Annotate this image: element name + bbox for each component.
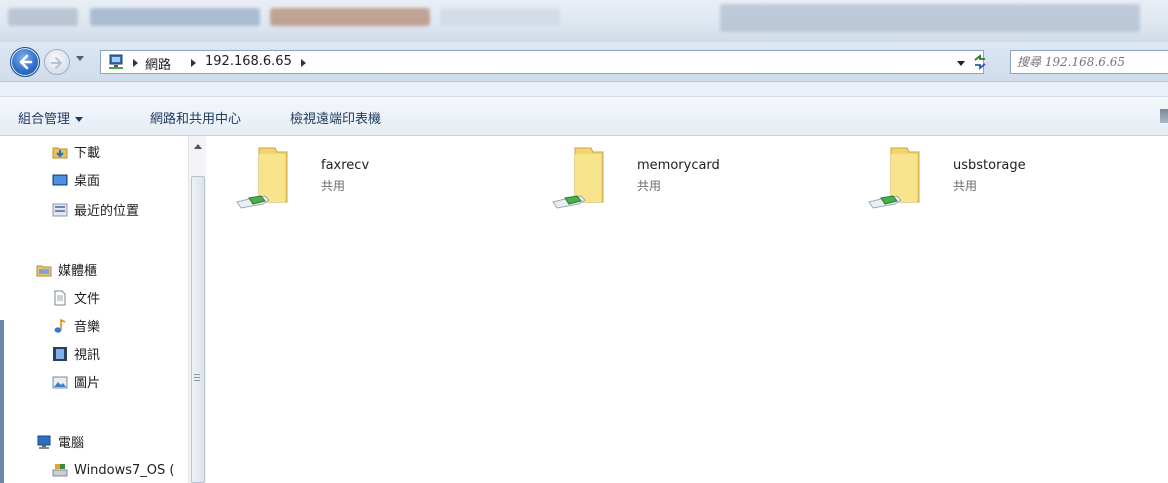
share-name: memorycard: [637, 158, 720, 173]
nav-item-pictures[interactable]: 圖片: [52, 372, 100, 391]
nav-item-libraries[interactable]: 媒體櫃: [36, 260, 97, 279]
nav-item-music[interactable]: 音樂: [52, 316, 100, 335]
toolbar-separator: [0, 82, 1168, 96]
pictures-icon: [52, 376, 68, 388]
blurred-toolbar: [270, 8, 430, 26]
share-item-usbstorage[interactable]: usbstorage 共用: [861, 144, 1161, 214]
music-icon: [54, 318, 66, 333]
share-type: 共用: [953, 179, 978, 193]
scroll-grip-icon: [194, 374, 200, 383]
window-edge: [0, 320, 4, 483]
share-type: 共用: [321, 179, 346, 193]
breadcrumb-network[interactable]: 網路: [145, 54, 171, 73]
nav-item-label: 下載: [74, 146, 101, 161]
forward-button[interactable]: [44, 49, 70, 75]
shared-folder-icon: [552, 147, 604, 209]
address-bar[interactable]: 網路 192.168.6.65: [100, 50, 986, 74]
share-type: 共用: [637, 179, 662, 193]
drive-icon: [52, 464, 68, 477]
background-window-strip: [0, 0, 1168, 42]
share-item-memorycard[interactable]: memorycard 共用: [545, 144, 845, 214]
videos-icon: [53, 346, 67, 361]
refresh-icon[interactable]: [971, 52, 989, 72]
nav-item-label: 媒體櫃: [58, 264, 98, 279]
search-box[interactable]: [1010, 50, 1168, 74]
share-name: faxrecv: [321, 158, 370, 173]
nav-item-computer[interactable]: 電腦: [36, 432, 84, 451]
share-name: usbstorage: [953, 158, 1026, 173]
organize-menu-button[interactable]: 組合管理: [18, 108, 84, 127]
nav-pane-scrollbar[interactable]: [188, 136, 206, 483]
nav-item-label: 桌面: [74, 174, 101, 189]
view-remote-printers-button[interactable]: 檢視遠端印表機: [290, 108, 381, 127]
breadcrumb-separator: [301, 59, 306, 67]
nav-item-label: 最近的位置: [74, 204, 140, 219]
libraries-icon: [36, 265, 52, 276]
nav-item-label: 文件: [74, 292, 101, 307]
nav-item-downloads[interactable]: 下載: [52, 142, 100, 161]
breadcrumb-separator: [133, 59, 138, 67]
blurred-toolbar: [440, 8, 560, 26]
file-list-area: faxrecv 共用 memorycard 共用 usbstorage 共用: [207, 136, 1168, 483]
organize-label: 組合管理: [18, 112, 71, 127]
address-history-dropdown[interactable]: [957, 61, 965, 66]
desktop-icon: [52, 174, 68, 185]
share-item-faxrecv[interactable]: faxrecv 共用: [229, 144, 529, 214]
shared-folder-icon: [868, 147, 920, 209]
nav-item-label: 電腦: [58, 436, 85, 451]
nav-item-desktop[interactable]: 桌面: [52, 170, 100, 189]
nav-item-recent-places[interactable]: 最近的位置: [52, 200, 139, 219]
breadcrumb-separator: [191, 59, 196, 67]
shared-folder-icon: [236, 147, 288, 209]
nav-item-documents[interactable]: 文件: [52, 288, 100, 307]
forward-arrow-icon: [51, 57, 62, 69]
chevron-down-icon: [75, 117, 84, 122]
network-icon: [109, 54, 123, 69]
downloads-icon: [52, 147, 68, 158]
documents-icon: [54, 290, 66, 305]
navigation-pane: 下載 桌面 最近的位置 媒體櫃 文件 音樂 視訊 圖片 電腦 Windows7_…: [0, 136, 206, 483]
address-row: 網路 192.168.6.65: [0, 42, 1168, 82]
nav-item-videos[interactable]: 視訊: [52, 344, 100, 363]
back-arrow-icon: [19, 54, 33, 70]
breadcrumb-host[interactable]: 192.168.6.65: [205, 54, 292, 69]
nav-item-drive-c[interactable]: Windows7_OS (: [52, 462, 175, 478]
blurred-toolbar: [90, 8, 260, 26]
command-bar: 組合管理 網路和共用中心 檢視遠端印表機: [0, 96, 1168, 136]
nav-item-label: 視訊: [74, 348, 101, 363]
recent-pages-dropdown[interactable]: [76, 56, 84, 61]
view-options-icon[interactable]: [1160, 109, 1168, 123]
search-input[interactable]: [1011, 51, 1168, 73]
blurred-toolbar: [720, 4, 1140, 32]
nav-item-label: Windows7_OS (: [74, 462, 175, 478]
scroll-thumb[interactable]: [191, 176, 205, 483]
back-button[interactable]: [10, 47, 40, 77]
nav-item-label: 音樂: [74, 320, 101, 335]
network-sharing-center-button[interactable]: 網路和共用中心: [150, 108, 241, 127]
nav-item-label: 圖片: [74, 376, 101, 391]
recent-places-icon: [52, 203, 68, 216]
scroll-up-arrow-icon[interactable]: [194, 144, 202, 149]
computer-icon: [37, 435, 51, 449]
blurred-toolbar: [8, 8, 78, 26]
